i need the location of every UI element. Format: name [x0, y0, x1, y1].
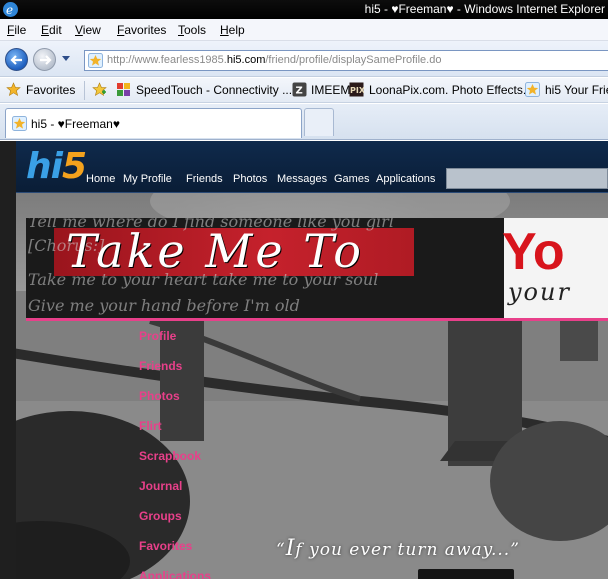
forward-arrow-icon: [40, 55, 52, 65]
favorites-separator: [84, 81, 85, 100]
svg-text:e: e: [6, 3, 13, 17]
profile-banner: Tell me where do I find someone like you…: [26, 218, 608, 318]
nav-my-profile[interactable]: My Profile: [123, 173, 172, 185]
menu-view[interactable]: View: [75, 23, 101, 37]
banner-script-text: your: [508, 278, 571, 306]
banner-title-red: Yo: [502, 223, 565, 281]
park-bench: [418, 569, 514, 579]
banner-divider: [26, 318, 608, 321]
url-input[interactable]: http://www.fearless1985.hi5.com/friend/p…: [84, 50, 608, 71]
menu-help[interactable]: Help: [220, 23, 245, 37]
svg-text:Z: Z: [296, 86, 303, 97]
loonapix-icon: PIX: [349, 82, 364, 97]
hi5-logo[interactable]: hi5: [26, 147, 87, 187]
menu-file[interactable]: File: [7, 23, 26, 37]
park-background-image: [0, 161, 608, 579]
nav-games[interactable]: Games: [334, 173, 369, 185]
tab-hi5-freeman[interactable]: hi5 - ♥Freeman♥: [5, 108, 302, 138]
menu-bar: File Edit View Favorites Tools Help: [0, 19, 608, 41]
forward-button[interactable]: [33, 48, 56, 71]
side-link-flirt[interactable]: Flirt: [139, 419, 162, 433]
hi5-favicon: [12, 116, 27, 131]
profile-quote: “If you ever turn away...”: [276, 536, 520, 561]
add-to-favorites-bar-icon[interactable]: [92, 82, 107, 97]
side-link-groups[interactable]: Groups: [139, 509, 182, 523]
side-link-journal[interactable]: Journal: [139, 479, 182, 493]
banner-lyric-line: Give me your hand before I'm old: [28, 296, 300, 315]
favorite-link-hi5[interactable]: hi5 Your Frie: [545, 83, 608, 97]
nav-friends[interactable]: Friends: [186, 173, 223, 185]
window-title-bar: e hi5 - ♥Freeman♥ - Windows Internet Exp…: [0, 0, 608, 19]
window-title: hi5 - ♥Freeman♥ - Windows Internet Explo…: [364, 2, 605, 16]
recent-pages-dropdown[interactable]: [62, 56, 70, 61]
side-link-friends[interactable]: Friends: [139, 359, 182, 373]
favorite-link-imeem[interactable]: IMEEM: [311, 83, 350, 97]
hi5-favicon: [88, 53, 103, 68]
menu-edit[interactable]: Edit: [41, 23, 62, 37]
menu-tools[interactable]: Tools: [178, 23, 206, 37]
back-button[interactable]: [5, 48, 28, 71]
nav-messages[interactable]: Messages: [277, 173, 327, 185]
new-tab-button[interactable]: [304, 108, 334, 136]
favorite-link-loonapix[interactable]: LoonaPix.com. Photo Effects...: [369, 83, 533, 97]
nav-photos[interactable]: Photos: [233, 173, 267, 185]
back-arrow-icon: [10, 55, 22, 65]
address-bar: http://www.fearless1985.hi5.com/friend/p…: [0, 41, 608, 77]
favorite-link-speedtouch[interactable]: SpeedTouch - Connectivity ...: [136, 83, 292, 97]
page-left-strip: [0, 141, 16, 579]
internet-explorer-logo-icon: e: [3, 2, 18, 17]
nav-applications[interactable]: Applications: [376, 173, 435, 185]
side-link-profile[interactable]: Profile: [139, 329, 176, 343]
url-text: http://www.fearless1985.hi5.com/friend/p…: [107, 54, 442, 66]
hi5-header: hi5 Home My Profile Friends Photos Messa…: [16, 141, 608, 193]
side-link-favorites[interactable]: Favorites: [139, 539, 192, 553]
hi5-search-input[interactable]: [446, 168, 608, 189]
banner-title: Take Me To: [66, 224, 365, 278]
nav-home[interactable]: Home: [86, 173, 115, 185]
svg-text:PIX: PIX: [350, 86, 364, 95]
hi5-favicon: [525, 82, 540, 97]
side-link-scrapbook[interactable]: Scrapbook: [139, 449, 201, 463]
web-page-content: hi5 Home My Profile Friends Photos Messa…: [0, 141, 608, 579]
imeem-icon: Z: [292, 82, 307, 97]
speedtouch-icon: [117, 83, 130, 96]
side-link-photos[interactable]: Photos: [139, 389, 180, 403]
tab-label: hi5 - ♥Freeman♥: [31, 117, 120, 131]
side-link-applications[interactable]: Applications: [139, 569, 211, 579]
menu-favorites[interactable]: Favorites: [117, 23, 166, 37]
favorites-bar: Favorites SpeedTouch - Connectivity ... …: [0, 78, 608, 103]
favorites-star-icon[interactable]: [6, 82, 21, 97]
tab-bar: hi5 - ♥Freeman♥: [0, 104, 608, 140]
favorites-button[interactable]: Favorites: [26, 83, 75, 97]
